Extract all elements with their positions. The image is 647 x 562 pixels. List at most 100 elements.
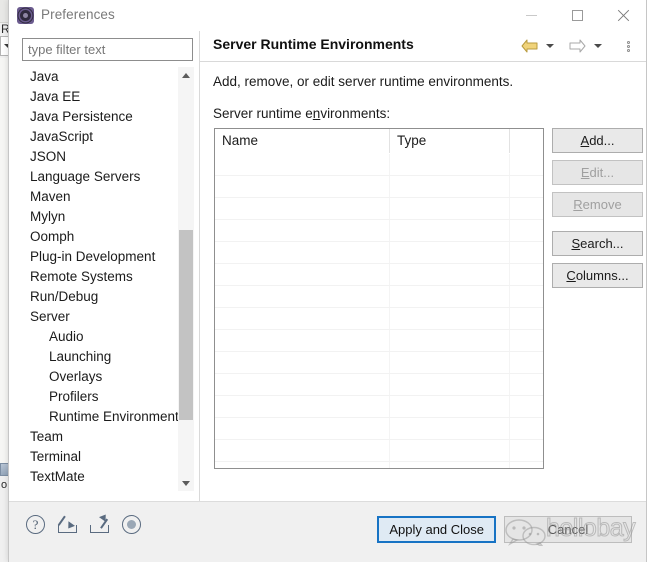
tree-item-profilers[interactable]: Profilers [22, 387, 177, 407]
column-header-name[interactable]: Name [215, 129, 390, 153]
tree-item-mylyn[interactable]: Mylyn [22, 207, 177, 227]
table-row[interactable] [215, 154, 543, 176]
view-menu-icon[interactable] [627, 38, 630, 54]
table-cell [390, 374, 510, 395]
forward-dropdown-icon[interactable] [594, 38, 602, 54]
table-cell [215, 308, 390, 329]
table-cell [215, 462, 390, 468]
tree-item-label: Mylyn [30, 209, 66, 224]
tree-item-javascript[interactable]: JavaScript [22, 127, 177, 147]
tree-item-label: Server [30, 309, 70, 324]
tree-item-java-persistence[interactable]: Java Persistence [22, 107, 177, 127]
table-body [215, 154, 543, 468]
table-cell [390, 264, 510, 285]
table-cell [390, 396, 510, 417]
button-label-after: earch... [580, 236, 624, 251]
tree-item-audio[interactable]: Audio [22, 327, 177, 347]
table-header-row: Name Type [215, 129, 543, 154]
tree-item-maven[interactable]: Maven [22, 187, 177, 207]
columns-button[interactable]: Columns... [552, 263, 643, 288]
table-row[interactable] [215, 352, 543, 374]
tree-item-label: Language Servers [30, 169, 141, 184]
tree-item-label: Profilers [49, 389, 99, 404]
table-row[interactable] [215, 176, 543, 198]
button-label-after: olumns... [575, 268, 629, 283]
table-row[interactable] [215, 308, 543, 330]
table-row[interactable] [215, 242, 543, 264]
back-dropdown-icon[interactable] [546, 38, 554, 54]
maximize-icon[interactable] [554, 0, 600, 31]
tree-scroll-down-icon[interactable] [178, 475, 194, 491]
filter-input[interactable] [22, 38, 193, 61]
tree-item-label: Plug-in Development [30, 249, 156, 264]
tree-item-label: Java EE [30, 89, 81, 104]
tree-item-java[interactable]: Java [22, 67, 177, 87]
button-label-after: emove [582, 197, 622, 212]
table-row[interactable] [215, 286, 543, 308]
table-cell [215, 440, 390, 461]
table-cell [510, 440, 543, 461]
table-cell [390, 154, 510, 175]
back-arrow-icon[interactable] [521, 38, 538, 54]
remove-button: Remove [552, 192, 643, 217]
close-icon[interactable] [600, 0, 646, 31]
column-header-extra[interactable] [510, 129, 543, 153]
apply-and-close-button[interactable]: Apply and Close [377, 516, 496, 543]
table-row[interactable] [215, 374, 543, 396]
button-label-mnemonic: E [580, 165, 590, 180]
tree-item-terminal[interactable]: Terminal [22, 447, 177, 467]
tree-scroll-up-icon[interactable] [178, 67, 194, 83]
table-cell [510, 352, 543, 373]
help-icon[interactable]: ? [25, 514, 47, 536]
tree-vertical-scrollbar[interactable] [178, 67, 194, 491]
tree-item-oomph[interactable]: Oomph [22, 227, 177, 247]
tree-item-runtime-environments[interactable]: Runtime Environments [22, 407, 186, 427]
table-label: Server runtime environments: [213, 106, 390, 121]
preferences-gear-icon [17, 7, 34, 24]
tree-item-textmate[interactable]: TextMate [22, 467, 177, 487]
tree-item-run-debug[interactable]: Run/Debug [22, 287, 177, 307]
table-cell [510, 308, 543, 329]
table-row[interactable] [215, 462, 543, 468]
tree-item-language-servers[interactable]: Language Servers [22, 167, 177, 187]
preferences-tree[interactable]: Java Java EE Java Persistence JavaScript JSO… [22, 67, 193, 491]
table-row[interactable] [215, 220, 543, 242]
column-header-type[interactable]: Type [390, 129, 510, 153]
table-cell [215, 352, 390, 373]
tree-vertical-scrollbar-thumb[interactable] [179, 230, 193, 420]
cancel-button[interactable]: Cancel [504, 516, 632, 543]
table-row[interactable] [215, 330, 543, 352]
button-label-after: dd... [589, 133, 615, 148]
preferences-dialog: Preferences JavaJava EEJava PersistenceJ… [8, 0, 647, 562]
tree-item-launching[interactable]: Launching [22, 347, 177, 367]
tree-item-label: Java [30, 69, 59, 84]
table-row[interactable] [215, 198, 543, 220]
table-row[interactable] [215, 418, 543, 440]
table-row[interactable] [215, 264, 543, 286]
table-cell [390, 242, 510, 263]
tree-item-team[interactable]: Team [22, 427, 177, 447]
tree-item-remote-systems[interactable]: Remote Systems [22, 267, 177, 287]
tree-item-json[interactable]: JSON [22, 147, 177, 167]
record-icon[interactable] [121, 514, 143, 536]
tree-item-java-ee[interactable]: Java EE [22, 87, 177, 107]
table-cell [510, 396, 543, 417]
import-icon[interactable] [57, 514, 79, 536]
export-icon[interactable] [89, 512, 111, 536]
server-runtime-table[interactable]: Name Type [214, 128, 544, 469]
minimize-icon[interactable] [508, 0, 554, 31]
table-cell [390, 198, 510, 219]
forward-arrow-icon[interactable] [569, 38, 586, 54]
tree-item-plug-in-development[interactable]: Plug-in Development [22, 247, 177, 267]
tree-item-server[interactable]: Server [22, 307, 177, 327]
table-cell [510, 462, 543, 468]
table-cell [510, 220, 543, 241]
search-button[interactable]: Search... [552, 231, 643, 256]
tree-item-overlays[interactable]: Overlays [22, 367, 177, 387]
add-button[interactable]: Add... [552, 128, 643, 153]
preferences-tree-pane: Java Java EE Java Persistence JavaScript JSO… [15, 36, 194, 528]
table-row[interactable] [215, 396, 543, 418]
footer-button-group: Apply and Close Cancel [377, 516, 632, 543]
table-row[interactable] [215, 440, 543, 462]
table-cell [215, 374, 390, 395]
